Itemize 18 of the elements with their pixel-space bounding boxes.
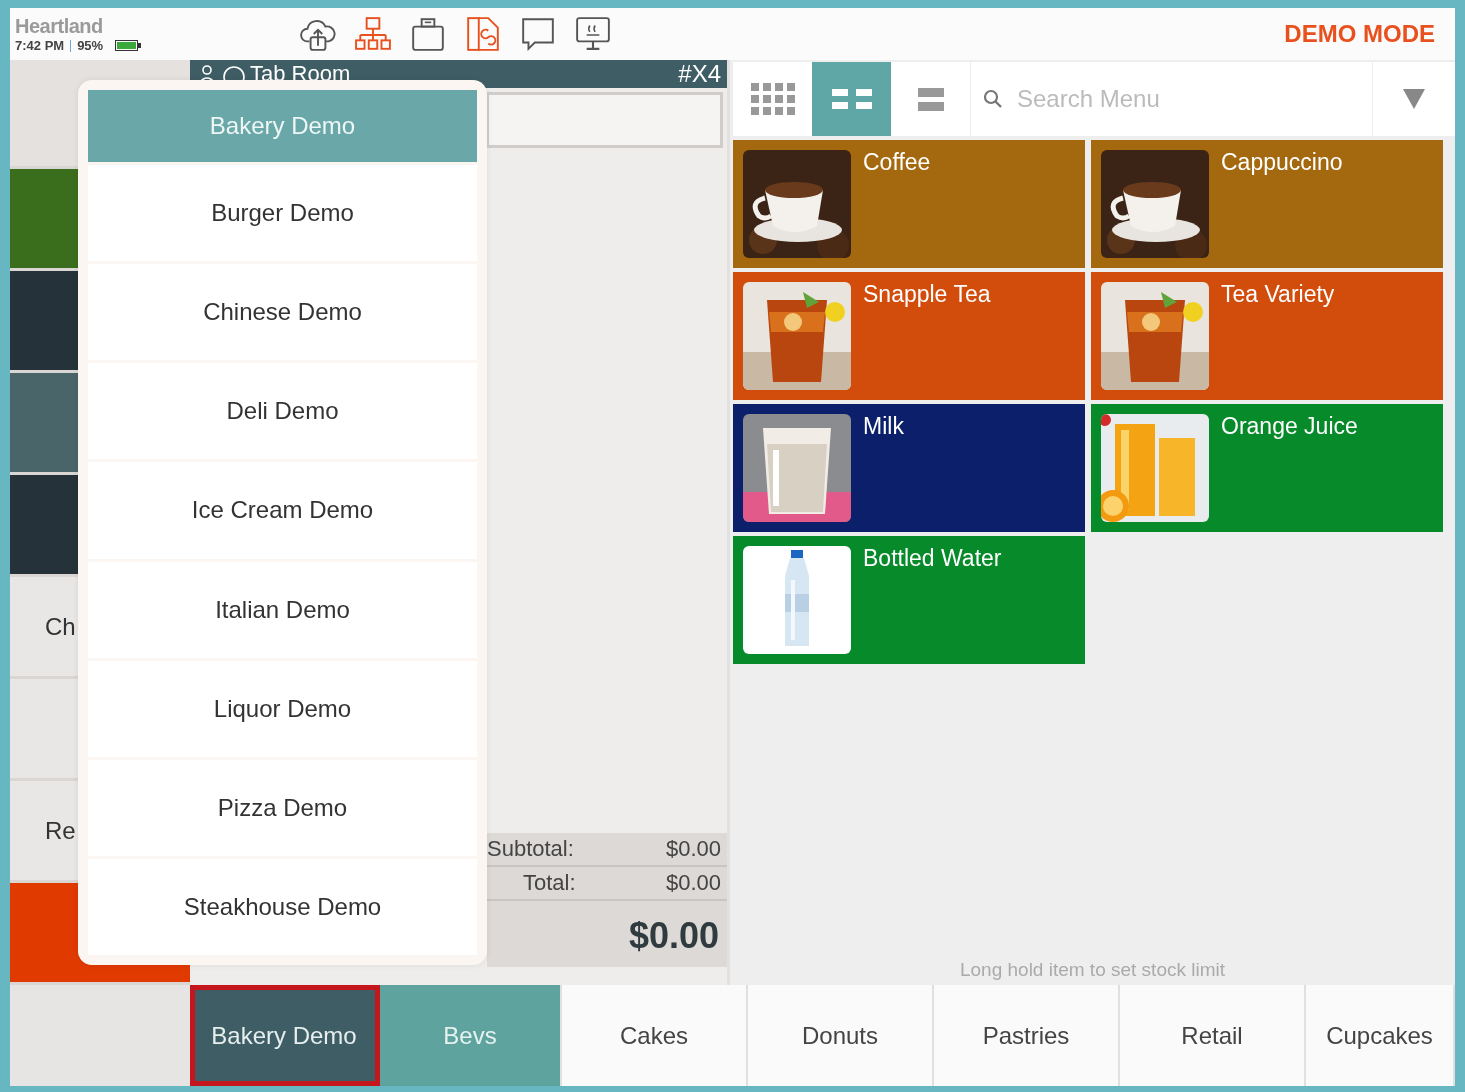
subtotal-label: Subtotal: bbox=[487, 836, 574, 862]
item-name: Orange Juice bbox=[1221, 413, 1358, 440]
total-label: Total: bbox=[523, 870, 576, 896]
item-name: Tea Variety bbox=[1221, 281, 1335, 308]
clock-time: 7:42 PM bbox=[15, 38, 65, 53]
item-name: Cappuccino bbox=[1221, 149, 1343, 176]
item-name: Milk bbox=[863, 413, 904, 440]
battery-percent: 95% bbox=[77, 38, 104, 53]
item-name: Bottled Water bbox=[863, 545, 1002, 572]
order-number: #X4 bbox=[678, 60, 721, 88]
stock-limit-hint: Long hold item to set stock limit bbox=[958, 959, 1227, 982]
subtotal-value: $0.00 bbox=[665, 836, 721, 862]
amount-due: $0.00 bbox=[628, 915, 719, 956]
total-value: $0.00 bbox=[665, 870, 721, 896]
item-name: Coffee bbox=[863, 149, 931, 176]
brand-name: Heartland bbox=[15, 15, 104, 38]
item-name: Snapple Tea bbox=[863, 281, 991, 308]
demo-mode-label: DEMO MODE bbox=[1284, 20, 1435, 48]
